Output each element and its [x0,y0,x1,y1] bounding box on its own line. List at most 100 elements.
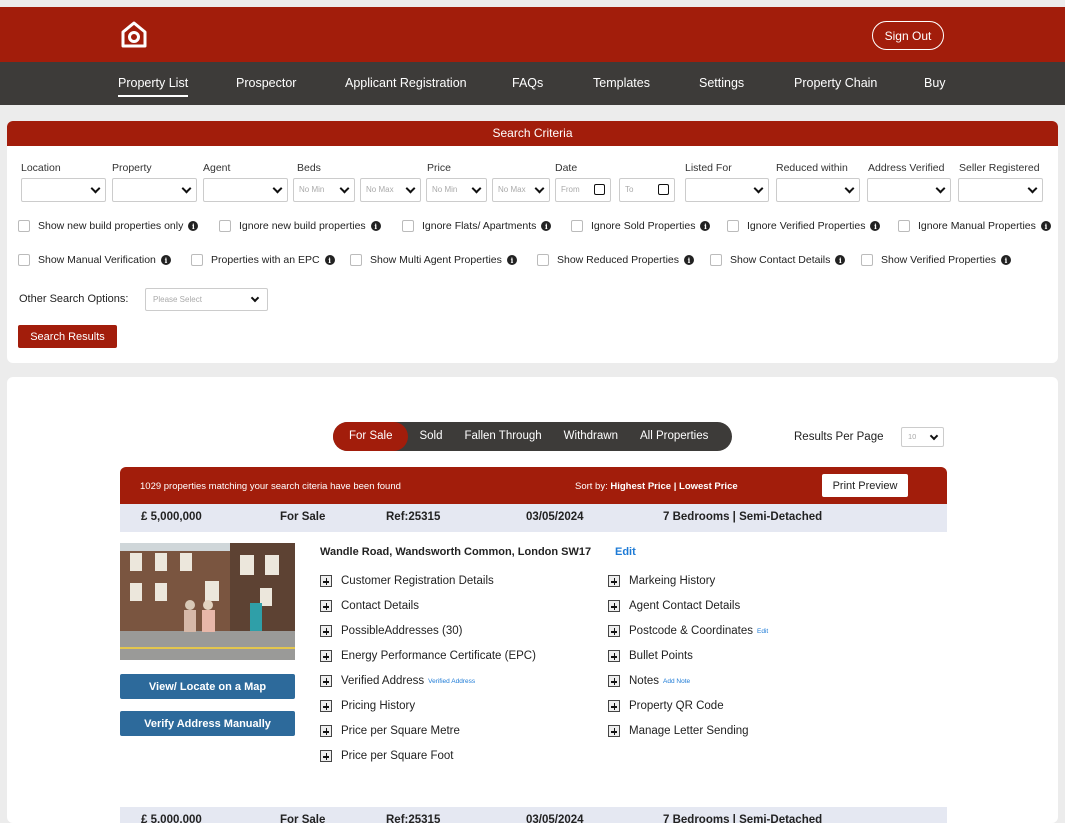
tab-fallen-through[interactable]: Fallen Through [454,422,553,451]
checkbox-ignore-verified[interactable]: Ignore Verified Properties i [727,220,881,232]
agent-contact-details-toggle[interactable]: Agent Contact Details [608,600,740,612]
property-summary: 7 Bedrooms | Semi-Detached [663,511,823,523]
checkbox-new-build-only[interactable]: Show new build properties only i [18,220,199,232]
bullet-points-toggle[interactable]: Bullet Points [608,650,693,662]
checkbox-with-epc[interactable]: Properties with an EPC i [191,254,335,266]
info-icon[interactable]: i [188,221,199,231]
location-select[interactable] [21,178,106,202]
tab-withdrawn[interactable]: Withdrawn [553,422,629,451]
info-icon[interactable]: i [160,255,171,265]
checkbox-contact-details[interactable]: Show Contact Details i [710,254,846,266]
marketing-history-toggle[interactable]: Markeing History [608,575,715,587]
section-label: Energy Performance Certificate (EPC) [341,650,536,662]
print-preview-button[interactable]: Print Preview [822,474,908,497]
listed-for-select[interactable] [685,178,769,202]
other-search-options-select[interactable]: Please Select [145,288,268,311]
edit-address-link[interactable]: Edit [615,546,636,558]
tab-sold[interactable]: Sold [408,422,453,451]
section-label: Markeing History [629,575,716,587]
info-icon[interactable]: i [324,255,335,265]
price-per-square-foot-toggle[interactable]: Price per Square Foot [320,750,454,762]
epc-toggle[interactable]: Energy Performance Certificate (EPC) [320,650,536,662]
contact-details-toggle[interactable]: Contact Details [320,600,419,612]
checkbox-ignore-flats[interactable]: Ignore Flats/ Apartments i [402,220,552,232]
tab-for-sale[interactable]: For Sale [333,422,409,451]
checkbox-ignore-new-build[interactable]: Ignore new build properties i [219,220,381,232]
checkbox[interactable] [191,254,203,266]
address-verified-select[interactable] [867,178,951,202]
info-icon[interactable]: i [835,255,846,265]
checkbox-ignore-manual[interactable]: Ignore Manual Properties i [898,220,1051,232]
possible-addresses-toggle[interactable]: PossibleAddresses (30) [320,625,462,637]
nav-applicant-registration[interactable]: Applicant Registration [345,76,467,90]
checkbox[interactable] [402,220,414,232]
chevron-down-icon [90,183,101,194]
price-max-select[interactable]: No Max [492,178,550,202]
checkbox-reduced[interactable]: Show Reduced Properties i [537,254,694,266]
property-select[interactable] [112,178,197,202]
notes-toggle[interactable]: Notes Add Note [608,675,690,687]
checkbox[interactable] [18,220,30,232]
checkbox[interactable] [18,254,30,266]
agent-select[interactable] [203,178,288,202]
tab-all-properties[interactable]: All Properties [629,422,719,451]
info-icon[interactable]: i [870,221,881,231]
postcode-coordinates-toggle[interactable]: Postcode & Coordinates Edit [608,625,768,637]
info-icon[interactable]: i [506,255,517,265]
info-icon[interactable]: i [370,221,381,231]
checkbox-ignore-sold[interactable]: Ignore Sold Properties i [571,220,711,232]
search-results-button[interactable]: Search Results [18,325,117,348]
seller-registered-select[interactable] [958,178,1043,202]
checkbox[interactable] [571,220,583,232]
checkbox[interactable] [898,220,910,232]
sign-out-button[interactable]: Sign Out [872,21,944,50]
sort-options-links[interactable]: Highest Price | Lowest Price [610,481,737,492]
info-icon[interactable]: i [1040,221,1051,231]
manage-letter-sending-toggle[interactable]: Manage Letter Sending [608,725,749,737]
verified-address-toggle[interactable]: Verified Address Verified Address [320,675,475,687]
nav-property-chain[interactable]: Property Chain [794,76,877,90]
checkbox-verified-properties[interactable]: Show Verified Properties i [861,254,1011,266]
checkbox-label: Show Multi Agent Properties [370,254,502,266]
view-locate-map-button[interactable]: View/ Locate on a Map [120,674,295,699]
checkbox-manual-verification[interactable]: Show Manual Verification i [18,254,171,266]
checkbox[interactable] [219,220,231,232]
customer-registration-details-toggle[interactable]: Customer Registration Details [320,575,494,587]
nav-property-list[interactable]: Property List [118,76,189,97]
home-logo-icon[interactable] [120,21,148,49]
date-from-input[interactable]: From [555,178,611,202]
date-to-input[interactable]: To [619,178,675,202]
checkbox[interactable] [861,254,873,266]
checkbox[interactable] [727,220,739,232]
info-icon[interactable]: i [541,221,552,231]
beds-max-select[interactable]: No Max [360,178,421,202]
property-ref: Ref:25315 [386,511,441,523]
price-per-square-metre-toggle[interactable]: Price per Square Metre [320,725,460,737]
property-qr-code-toggle[interactable]: Property QR Code [608,700,724,712]
nav-settings[interactable]: Settings [699,76,744,90]
info-icon[interactable]: i [700,221,711,231]
checkbox[interactable] [710,254,722,266]
nav-buy[interactable]: Buy [924,76,946,90]
checkbox[interactable] [537,254,549,266]
property-summary-row[interactable]: £ 5,000,000 For Sale Ref:25315 03/05/202… [120,504,947,532]
pricing-history-toggle[interactable]: Pricing History [320,700,415,712]
property-summary-row[interactable]: £ 5,000,000 For Sale Ref:25315 03/05/202… [120,807,947,823]
nav-templates[interactable]: Templates [593,76,650,90]
nav-prospector[interactable]: Prospector [236,76,296,90]
nav-faqs[interactable]: FAQs [512,76,543,90]
checkbox-multi-agent[interactable]: Show Multi Agent Properties i [350,254,517,266]
verify-address-manually-button[interactable]: Verify Address Manually [120,711,295,736]
results-panel: For Sale Sold Fallen Through Withdrawn A… [7,377,1058,823]
add-note-link[interactable]: Add Note [663,678,690,685]
property-photo[interactable] [120,543,295,660]
results-per-page-select[interactable]: 10 [901,427,944,447]
verified-address-link[interactable]: Verified Address [428,678,475,685]
price-min-select[interactable]: No Min [426,178,487,202]
reduced-within-select[interactable] [776,178,860,202]
info-icon[interactable]: i [684,255,694,265]
beds-min-select[interactable]: No Min [293,178,355,202]
postcode-edit-link[interactable]: Edit [757,628,768,635]
checkbox[interactable] [350,254,362,266]
info-icon[interactable]: i [1000,255,1011,265]
